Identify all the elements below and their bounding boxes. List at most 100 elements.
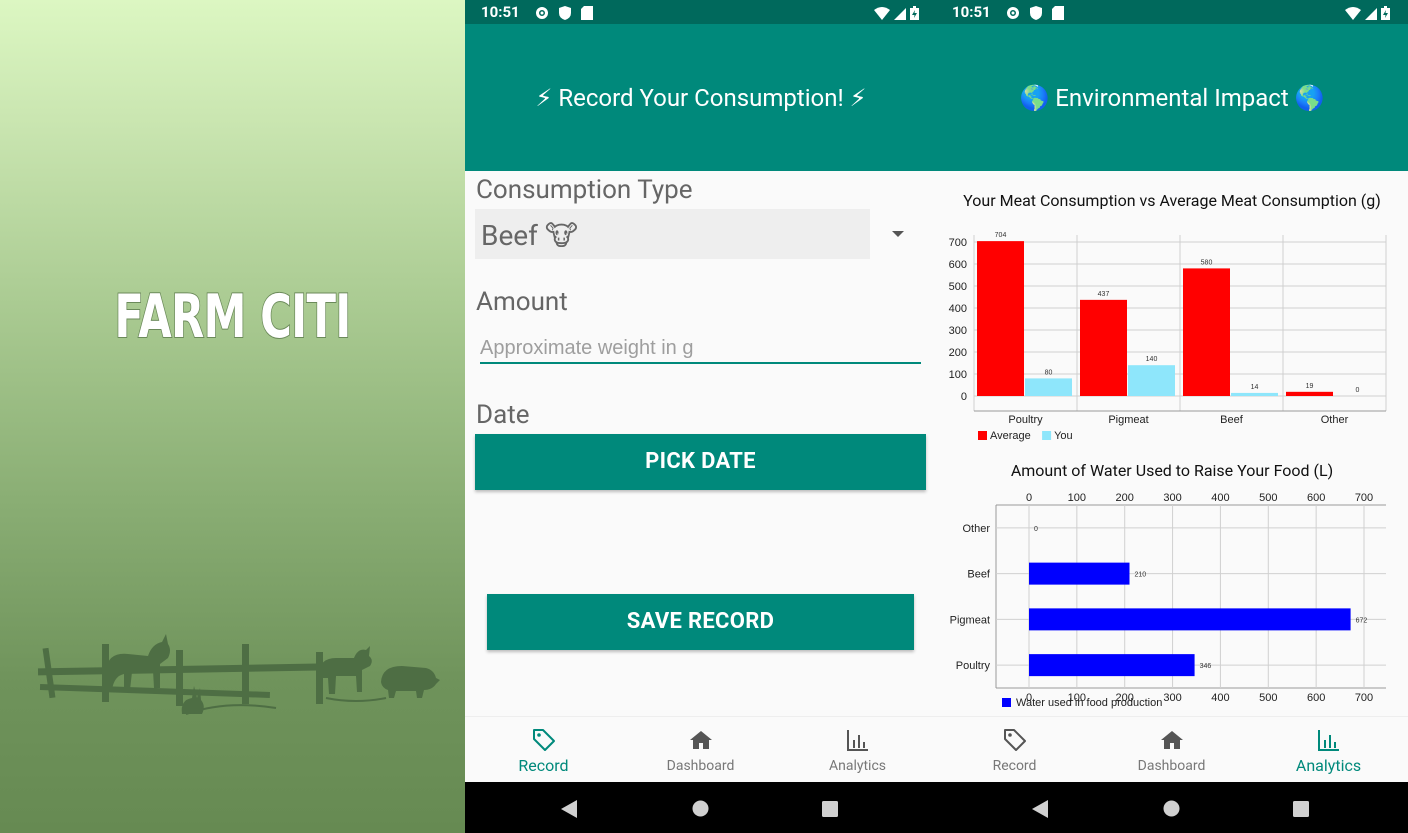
back-icon[interactable] (1032, 800, 1048, 818)
nav-item-analytics[interactable]: Analytics (779, 717, 936, 783)
signal-status-icon (894, 5, 906, 24)
bar (1029, 608, 1351, 631)
nav-label-analytics: Analytics (1295, 756, 1362, 775)
water-chart-title: Amount of Water Used to Raise Your Food … (1010, 461, 1334, 480)
wifi-status-icon (1345, 5, 1361, 24)
legend-swatch (1042, 431, 1052, 440)
x-tick-label-top: 300 (1163, 492, 1181, 504)
settings-status-icon (535, 5, 549, 24)
signal-status-icon (1365, 5, 1377, 24)
nav-item-dashboard[interactable]: Dashboard (622, 717, 779, 783)
x-tick-label-top: 400 (1211, 492, 1229, 504)
save-record-button[interactable]: SAVE RECORD (487, 594, 914, 650)
x-tick-label-top: 600 (1307, 492, 1325, 504)
x-tick-label: Pigmeat (1108, 414, 1148, 426)
legend-label: You (1054, 430, 1073, 442)
nav-item-dashboard[interactable]: Dashboard (1093, 717, 1250, 783)
bar-value-label: 0 (1356, 387, 1360, 394)
date-label: Date (476, 400, 530, 430)
meat-consumption-bar-chart: 010020030040050060070070480Poultry437140… (949, 232, 1387, 442)
dropdown-arrow-icon[interactable] (892, 231, 904, 237)
recents-icon[interactable] (1293, 801, 1309, 817)
nav-label-dashboard: Dashboard (1137, 758, 1206, 774)
y-tick-label: Beef (967, 569, 991, 581)
system-navigation-bar (465, 782, 937, 833)
y-tick-label: 400 (949, 303, 967, 315)
x-tick-label-bottom: 500 (1259, 692, 1277, 704)
back-icon[interactable] (561, 800, 577, 818)
bar (1080, 299, 1127, 396)
status-time: 10:51 (481, 3, 520, 21)
app-bar: ⚡ Record Your Consumption! ⚡ (465, 24, 937, 171)
y-tick-label: 100 (949, 369, 967, 381)
home-icon (1160, 731, 1183, 749)
home-icon (689, 731, 712, 749)
tag-icon (1003, 729, 1026, 751)
x-tick-label-top: 100 (1068, 492, 1086, 504)
consumption-type-label: Consumption Type (476, 175, 693, 205)
nav-label-record: Record (992, 758, 1037, 774)
x-tick-label-top: 700 (1355, 492, 1373, 504)
bar (1025, 378, 1072, 396)
bar-value-label: 0 (1034, 526, 1038, 533)
nav-label-dashboard: Dashboard (666, 758, 735, 774)
recents-icon[interactable] (822, 801, 838, 817)
x-tick-label-top: 0 (1026, 492, 1032, 504)
wifi-status-icon (874, 5, 890, 24)
bar (1128, 365, 1175, 396)
status-bar: 10:51 (465, 0, 937, 24)
shield-status-icon (1030, 5, 1042, 24)
consumption-type-dropdown[interactable]: Beef 🐮 (475, 209, 870, 259)
nav-label-analytics: Analytics (828, 758, 887, 774)
app-title: FARM CITI (114, 281, 352, 353)
farm-animals-illustration (37, 634, 440, 715)
battery-status-icon (1381, 5, 1390, 24)
status-bar: 10:51 (936, 0, 1408, 24)
x-tick-label-bottom: 700 (1355, 692, 1373, 704)
splash-panel: FARM CITI (0, 0, 465, 833)
bar (1029, 562, 1130, 585)
y-tick-label: 700 (949, 237, 967, 249)
legend-label: Water used in food production (1016, 697, 1162, 709)
bar-value-label: 704 (995, 232, 1007, 239)
x-tick-label-top: 200 (1116, 492, 1134, 504)
x-tick-label: Beef (1220, 414, 1244, 426)
y-tick-label: Poultry (956, 660, 991, 672)
system-navigation-bar (936, 782, 1408, 833)
bar-value-label: 346 (1200, 663, 1212, 670)
nav-item-record[interactable]: Record (465, 717, 622, 783)
bar-value-label: 580 (1201, 259, 1213, 266)
home-circle-icon[interactable] (692, 800, 709, 817)
battery-status-icon (910, 5, 919, 24)
shield-status-icon (559, 5, 571, 24)
meat-chart-title: Your Meat Consumption vs Average Meat Co… (963, 191, 1381, 210)
settings-status-icon (1006, 5, 1020, 24)
bar-value-label: 19 (1306, 383, 1314, 390)
record-screen: 10:51 ⚡ Record Your Consumption! ⚡ Consu… (465, 0, 937, 833)
amount-input[interactable] (480, 334, 921, 364)
pick-date-button[interactable]: PICK DATE (475, 434, 926, 490)
legend-swatch (1002, 698, 1011, 707)
consumption-type-value: Beef 🐮 (481, 219, 578, 252)
legend-swatch (978, 431, 987, 440)
y-tick-label: 200 (949, 347, 967, 359)
nav-item-record[interactable]: Record (936, 717, 1093, 783)
home-circle-icon[interactable] (1163, 800, 1180, 817)
y-tick-label: 500 (949, 281, 967, 293)
y-tick-label: 600 (949, 259, 967, 271)
sd-card-status-icon (581, 5, 593, 24)
bar (1183, 268, 1230, 396)
nav-item-analytics[interactable]: Analytics (1250, 717, 1407, 783)
bar-value-label: 437 (1098, 291, 1110, 298)
tag-icon (532, 729, 555, 751)
bottom-navigation: Record Dashboard Analytics (465, 716, 937, 782)
y-tick-label: 300 (949, 325, 967, 337)
x-tick-label: Poultry (1008, 414, 1043, 426)
bar (977, 241, 1024, 396)
bar (1286, 391, 1333, 396)
legend-label: Average (990, 430, 1031, 442)
nav-label-record: Record (518, 756, 569, 775)
sd-card-status-icon (1052, 5, 1064, 24)
status-time: 10:51 (952, 3, 991, 21)
bar (1231, 392, 1278, 396)
